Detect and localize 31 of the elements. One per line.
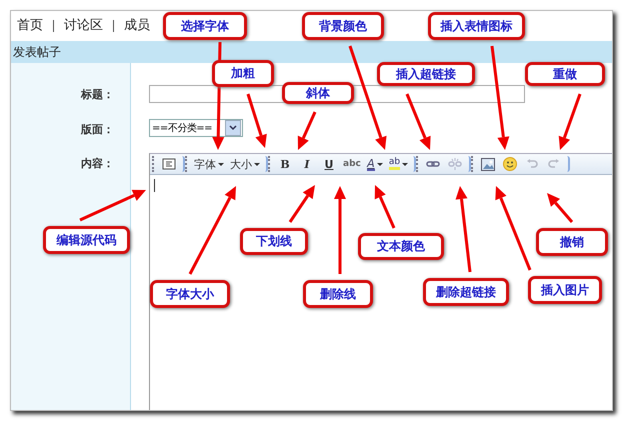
nav-link[interactable]: 首页 bbox=[17, 20, 53, 32]
callout-label: 斜体 bbox=[282, 82, 354, 104]
callout-label: 字体大小 bbox=[150, 280, 230, 308]
callout-label: 插入图片 bbox=[528, 276, 602, 304]
callout-label: 背景颜色 bbox=[302, 12, 384, 40]
nav-link[interactable]: 讨论区 bbox=[53, 20, 113, 32]
callout-label: 文本颜色 bbox=[358, 233, 444, 260]
field-label: 版面： bbox=[81, 122, 114, 138]
callout-label: 重做 bbox=[525, 62, 605, 86]
callout-label: 加粗 bbox=[212, 60, 274, 87]
dropdown-button[interactable]: 字体 bbox=[192, 156, 226, 172]
callout-label: 删除超链接 bbox=[423, 278, 509, 306]
callout-label: 下划线 bbox=[240, 228, 308, 255]
callout-label: 选择字体 bbox=[163, 12, 247, 40]
strikethrough-button[interactable]: abc bbox=[341, 156, 363, 172]
callout-label: 插入超链接 bbox=[377, 62, 475, 86]
header-title: 发表帖子 bbox=[13, 44, 61, 60]
text-color-button[interactable]: A bbox=[364, 156, 385, 172]
italic-button[interactable]: I bbox=[297, 156, 317, 172]
field-label: 内容： bbox=[81, 156, 114, 172]
dropdown-button[interactable]: 大小 bbox=[228, 156, 262, 172]
callout-label: 插入表情图标 bbox=[428, 12, 525, 40]
callout-label: 删除线 bbox=[303, 280, 373, 308]
callout-label: 编辑源代码 bbox=[43, 226, 130, 254]
board-select[interactable]: ==不分类== bbox=[149, 119, 243, 137]
highlight-color-button[interactable]: ab bbox=[386, 156, 410, 172]
field-label: 标题： bbox=[81, 87, 114, 103]
nav-link[interactable]: 成员 bbox=[113, 20, 160, 32]
callout-label: 撤销 bbox=[536, 228, 608, 256]
underline-button[interactable]: U bbox=[319, 156, 339, 172]
bold-button[interactable]: B bbox=[275, 156, 295, 172]
